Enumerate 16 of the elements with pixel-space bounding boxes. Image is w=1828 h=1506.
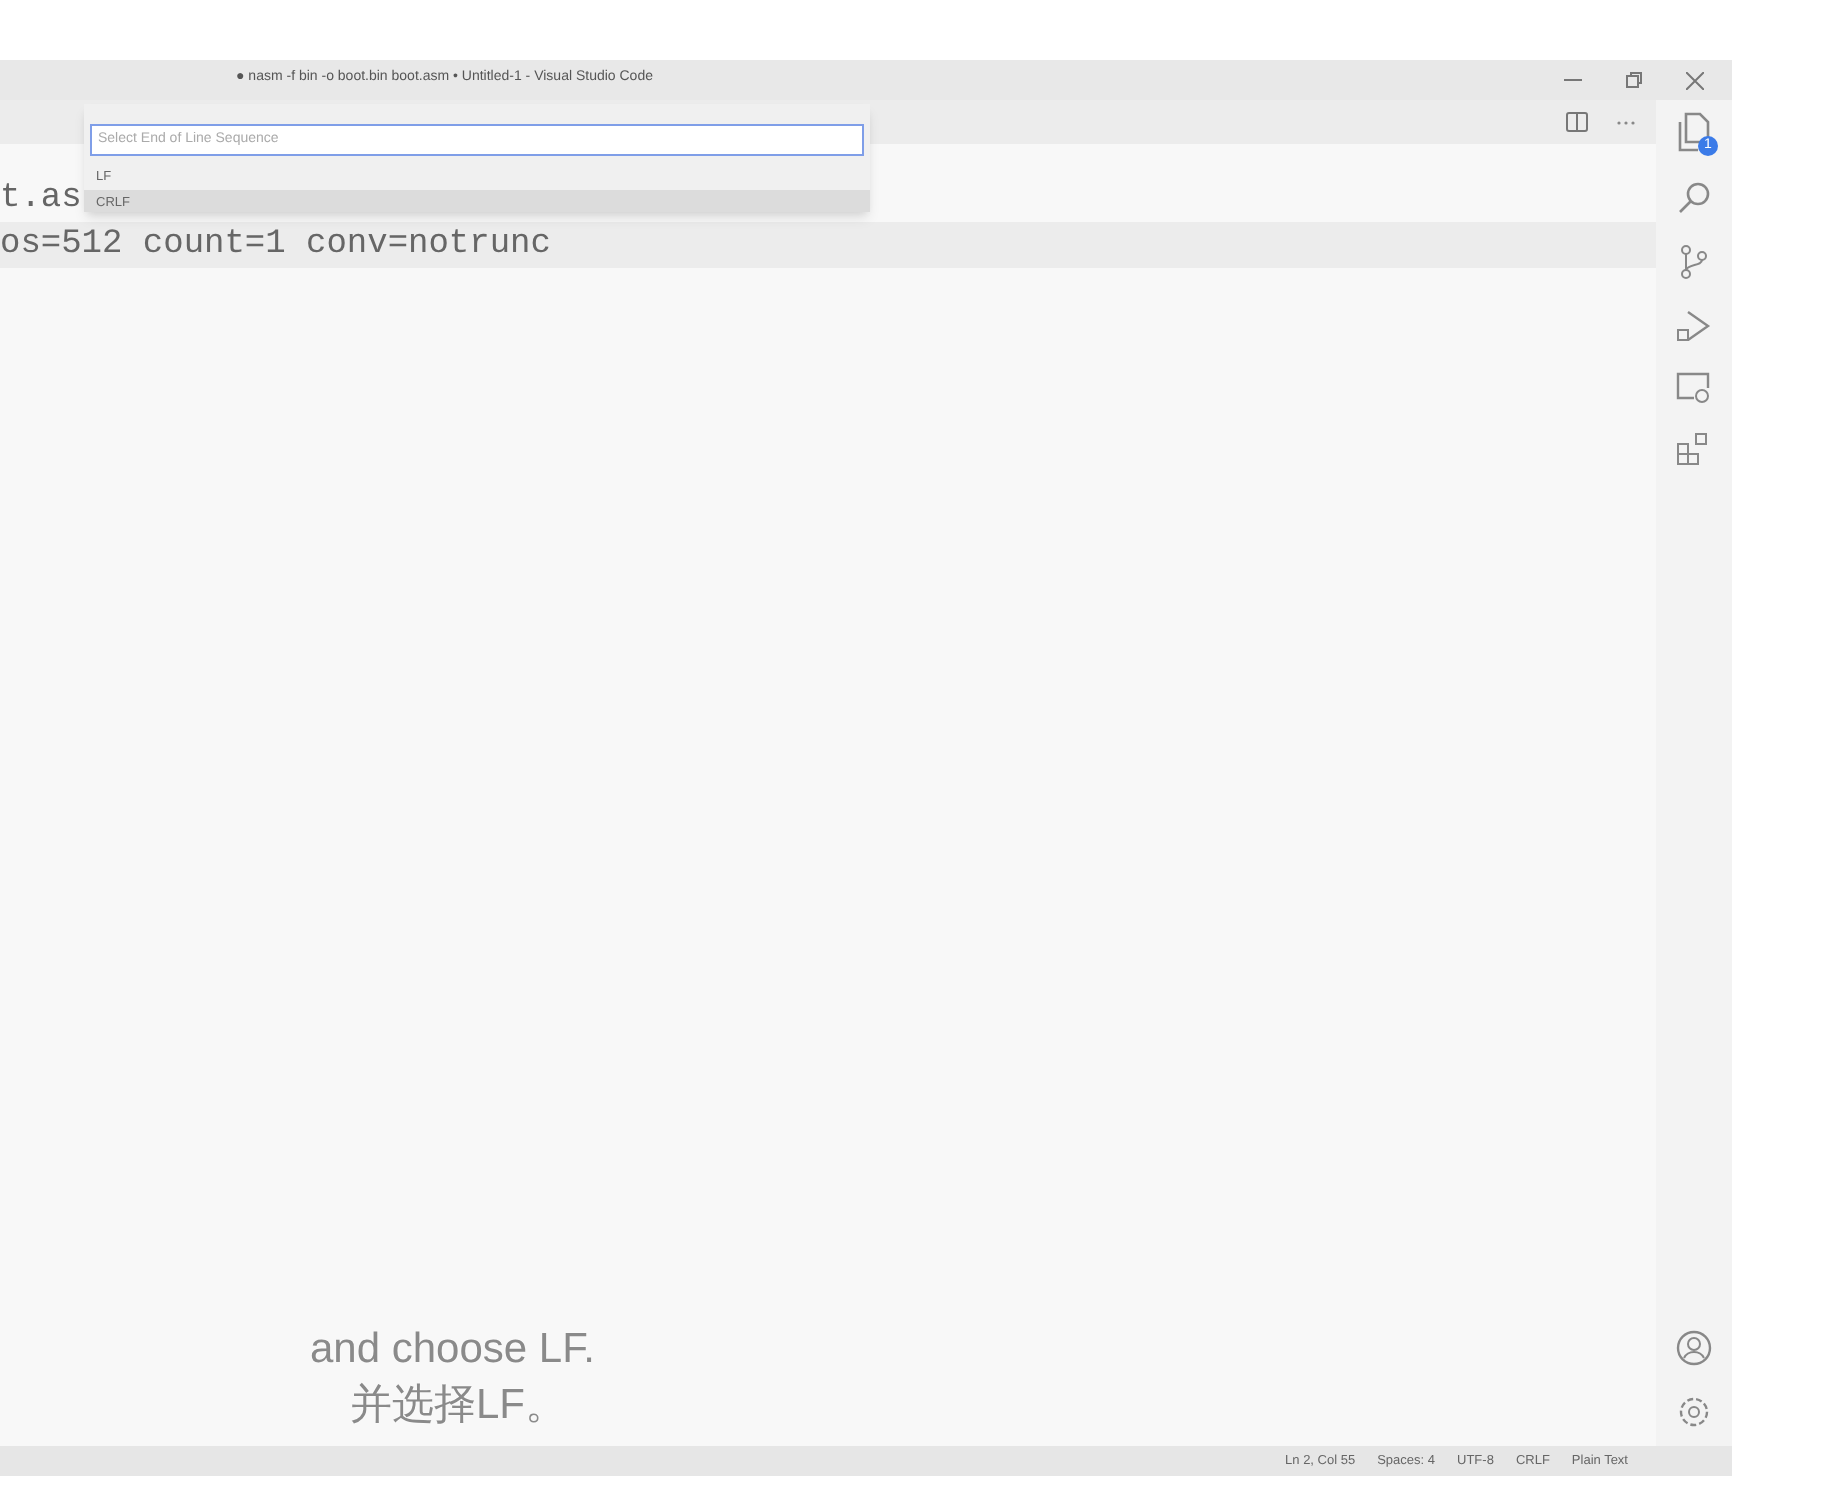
settings-icon[interactable] [1676,1394,1712,1430]
branch-icon[interactable] [1678,244,1710,280]
extensions-icon[interactable] [1676,432,1712,468]
subtitle: 并选择LF。 [350,1380,568,1432]
search-icon[interactable] [1676,180,1712,216]
remote-explorer-icon[interactable] [1676,372,1712,404]
code-line: t.as [0,180,82,218]
minimize-icon[interactable] [1564,78,1582,82]
subtitle: and choose LF. [310,1324,595,1376]
close-icon[interactable] [1686,71,1704,89]
code-line: os=512 count=1 conv=notrunc [0,226,551,264]
split-editor-icon[interactable] [1566,112,1588,132]
more-icon[interactable] [1616,119,1636,125]
run-debug-icon[interactable] [1676,308,1712,344]
restore-icon[interactable] [1626,72,1642,88]
account-icon[interactable] [1676,1330,1712,1366]
